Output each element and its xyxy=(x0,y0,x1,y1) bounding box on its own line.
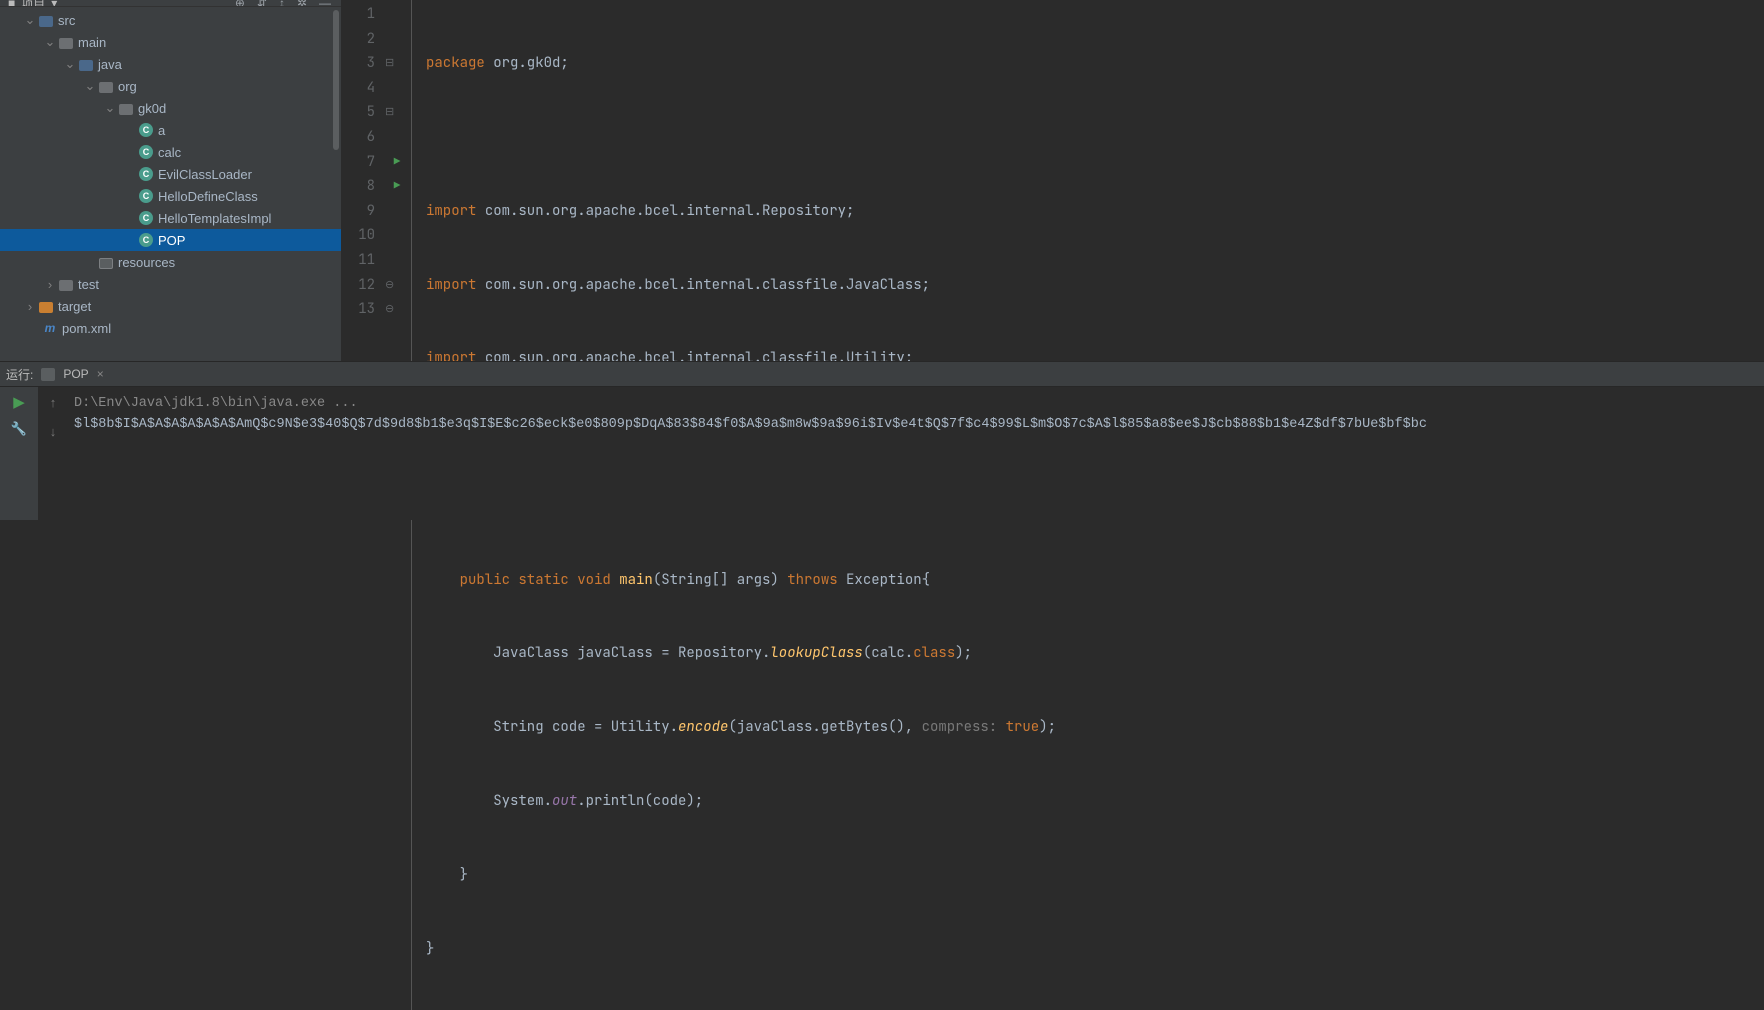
expand-icon[interactable]: ⇵ xyxy=(257,0,267,7)
hide-icon[interactable]: — xyxy=(319,0,331,7)
console-toolbar-2: ↑ ↓ xyxy=(38,387,68,520)
tree-file-hello1[interactable]: CHelloDefineClass xyxy=(0,185,341,207)
wrench-icon[interactable]: 🔧 xyxy=(11,421,27,437)
collapse-icon[interactable]: ↕ xyxy=(279,0,285,7)
panel-header[interactable]: ■项目▾ ⊕ ⇵ ↕ ✲ — xyxy=(0,0,341,7)
run-gutter-icon[interactable]: ▶ xyxy=(383,150,411,175)
run-tab-name: POP xyxy=(63,367,88,381)
tree-resources[interactable]: resources xyxy=(0,251,341,273)
console-panel: ▶ 🔧 ↑ ↓ D:\Env\Java\jdk1.8\bin\java.exe … xyxy=(0,386,1764,520)
run-label: 运行: xyxy=(6,366,33,383)
locate-icon[interactable]: ⊕ xyxy=(235,0,245,7)
run-gutter-icon[interactable]: ▶ xyxy=(383,174,411,199)
run-config-icon xyxy=(41,368,55,381)
tree-file-calc[interactable]: Ccalc xyxy=(0,141,341,163)
down-icon[interactable]: ↓ xyxy=(50,424,57,439)
tree-test[interactable]: test xyxy=(0,273,341,295)
tree-org[interactable]: org xyxy=(0,75,341,97)
tree-file-a[interactable]: Ca xyxy=(0,119,341,141)
panel-title: 项目 xyxy=(21,0,45,7)
editor: mpom.xml (ts)× CEvilClassLoader.java× CH… xyxy=(341,0,1764,361)
close-icon[interactable]: × xyxy=(97,367,104,381)
tree-pom[interactable]: mpom.xml xyxy=(0,317,341,339)
tree-java[interactable]: java xyxy=(0,53,341,75)
project-sidebar: ■项目▾ ⊕ ⇵ ↕ ✲ — src main java org gk0d Ca… xyxy=(0,0,341,361)
tree-main[interactable]: main xyxy=(0,31,341,53)
tree-target[interactable]: target xyxy=(0,295,341,317)
tree-src[interactable]: src xyxy=(0,9,341,31)
console-output[interactable]: D:\Env\Java\jdk1.8\bin\java.exe ...$l$8b… xyxy=(68,387,1764,520)
tree-file-pop[interactable]: CPOP xyxy=(0,229,341,251)
project-tree: src main java org gk0d Ca Ccalc CEvilCla… xyxy=(0,7,341,361)
sidebar-scrollbar[interactable] xyxy=(333,10,339,150)
rerun-icon[interactable]: ▶ xyxy=(13,393,25,411)
console-toolbar: ▶ 🔧 xyxy=(0,387,38,520)
tree-gk0d[interactable]: gk0d xyxy=(0,97,341,119)
tree-file-evil[interactable]: CEvilClassLoader xyxy=(0,163,341,185)
up-icon[interactable]: ↑ xyxy=(50,395,57,410)
settings-icon[interactable]: ✲ xyxy=(297,0,307,7)
console-line: $l$8b$I$A$A$A$A$A$A$AmQ$c9N$e3$40$Q$7d$9… xyxy=(74,414,1764,435)
tree-file-hello2[interactable]: CHelloTemplatesImpl xyxy=(0,207,341,229)
run-panel-header[interactable]: 运行: POP × xyxy=(0,361,1764,386)
console-line: D:\Env\Java\jdk1.8\bin\java.exe ... xyxy=(74,393,1764,414)
